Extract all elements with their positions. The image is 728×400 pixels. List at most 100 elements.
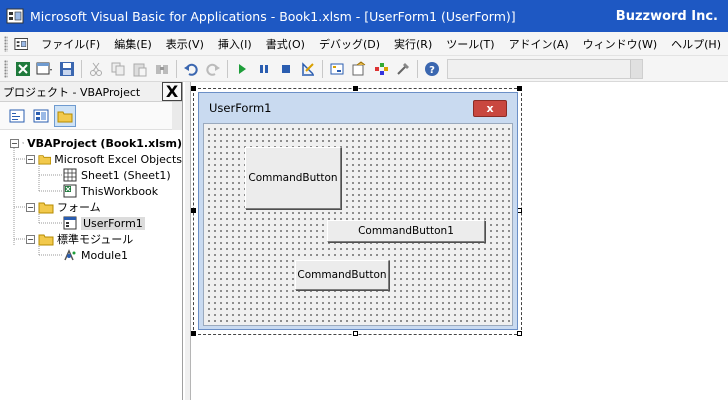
- command-button-1[interactable]: CommandButton1: [327, 220, 485, 242]
- menu-tools[interactable]: ツール(T): [439, 36, 501, 52]
- run-icon[interactable]: [231, 58, 253, 80]
- userform-window[interactable]: UserForm1 x CommandButton CommandButton1…: [198, 92, 518, 330]
- tree-item-vbaproject[interactable]: − VBAProject (Book1.xlsm): [0, 135, 182, 151]
- tree-item-forms[interactable]: − フォーム: [0, 199, 182, 215]
- help-icon[interactable]: ?: [421, 58, 443, 80]
- project-pane-scrollbar[interactable]: [172, 102, 182, 130]
- vba-app-icon: [6, 8, 24, 24]
- pause-icon[interactable]: [253, 58, 275, 80]
- tree-item-standard-modules[interactable]: − 標準モジュール: [0, 231, 182, 247]
- tree-item-label: Module1: [81, 248, 128, 262]
- userform-title: UserForm1: [209, 101, 272, 115]
- tree-item-thisworkbook[interactable]: ThisWorkbook: [0, 183, 182, 199]
- object-browser-icon[interactable]: [370, 58, 392, 80]
- folder-icon: [38, 155, 51, 165]
- tree-item-label: Microsoft Excel Objects: [54, 152, 182, 166]
- project-pane-header: プロジェクト - VBAProject X: [0, 82, 182, 102]
- reset-icon[interactable]: [275, 58, 297, 80]
- design-mode-icon[interactable]: [297, 58, 319, 80]
- project-explorer-icon[interactable]: [326, 58, 348, 80]
- properties-icon[interactable]: [348, 58, 370, 80]
- view-object-icon[interactable]: [30, 105, 52, 127]
- title-bar: Microsoft Visual Basic for Applications …: [0, 0, 728, 32]
- menu-run[interactable]: 実行(R): [387, 36, 439, 52]
- sheet-icon: [63, 168, 77, 182]
- tree-item-module1[interactable]: Module1: [0, 247, 182, 263]
- brand-label: Buzzword Inc.: [615, 8, 718, 24]
- toolbar-position-field: [447, 58, 643, 79]
- tree-item-label: フォーム: [57, 201, 101, 214]
- resize-handle: [191, 331, 196, 336]
- tree-item-userform1[interactable]: UserForm1: [0, 215, 182, 231]
- menu-view[interactable]: 表示(V): [159, 36, 211, 52]
- find-icon[interactable]: [151, 58, 173, 80]
- userform-titlebar[interactable]: UserForm1 x: [199, 93, 517, 123]
- menu-bar: ファイル(F) 編集(E) 表示(V) 挿入(I) 書式(O) デバッグ(D) …: [0, 32, 728, 56]
- command-button[interactable]: CommandButton: [245, 147, 341, 209]
- toolbar-separator: [81, 59, 82, 78]
- project-pane-title: プロジェクト - VBAProject: [3, 85, 141, 99]
- tree-item-label: Sheet1 (Sheet1): [81, 168, 171, 182]
- toolbar-separator: [176, 59, 177, 78]
- project-explorer-pane: プロジェクト - VBAProject X − VBAProject (Book…: [0, 82, 183, 400]
- toggle-folders-icon[interactable]: [54, 104, 76, 127]
- close-icon[interactable]: x: [473, 99, 507, 117]
- resize-handle[interactable]: [517, 331, 522, 336]
- menu-insert[interactable]: 挿入(I): [211, 36, 259, 52]
- toolbox-icon[interactable]: [392, 58, 414, 80]
- tree-item-label: UserForm1: [81, 216, 145, 230]
- resize-handle[interactable]: [353, 331, 358, 336]
- insert-userform-icon[interactable]: [34, 58, 56, 80]
- command-button[interactable]: CommandButton: [295, 260, 389, 290]
- view-code-icon[interactable]: [6, 105, 28, 127]
- close-icon[interactable]: X: [162, 82, 182, 101]
- resize-handle: [517, 86, 522, 91]
- menu-window[interactable]: ウィンドウ(W): [576, 36, 664, 52]
- menu-help[interactable]: ヘルプ(H): [664, 36, 728, 52]
- tree-item-excel-objects[interactable]: − Microsoft Excel Objects: [0, 151, 182, 167]
- userform-icon: [63, 216, 77, 230]
- menu-debug[interactable]: デバッグ(D): [312, 36, 387, 52]
- folder-icon: [38, 202, 54, 214]
- toolbar-separator: [322, 59, 323, 78]
- window-title: Microsoft Visual Basic for Applications …: [30, 8, 516, 24]
- window-menu-icon[interactable]: [14, 36, 29, 52]
- tree-toggle[interactable]: −: [26, 154, 35, 164]
- userform-design-grid[interactable]: CommandButton CommandButton1 CommandButt…: [203, 123, 513, 326]
- tree-toggle[interactable]: −: [10, 138, 19, 148]
- paste-icon[interactable]: [129, 58, 151, 80]
- standard-toolbar: ?: [0, 56, 728, 82]
- cut-icon[interactable]: [85, 58, 107, 80]
- copy-icon[interactable]: [107, 58, 129, 80]
- tree-item-label: VBAProject (Book1.xlsm): [27, 136, 182, 150]
- tree-toggle[interactable]: −: [26, 202, 35, 212]
- tree-item-label: 標準モジュール: [57, 233, 134, 246]
- tree-item-sheet1[interactable]: Sheet1 (Sheet1): [0, 167, 182, 183]
- menu-format[interactable]: 書式(O): [259, 36, 312, 52]
- vba-project-icon: [21, 142, 24, 145]
- resize-handle: [353, 86, 358, 91]
- workbook-icon: [63, 184, 77, 198]
- resize-handle: [191, 208, 196, 213]
- menubar-grip[interactable]: [4, 35, 8, 52]
- redo-icon[interactable]: [202, 58, 224, 80]
- tree-item-label: ThisWorkbook: [81, 184, 159, 198]
- resize-handle: [191, 86, 196, 91]
- toolbar-overflow-button[interactable]: [630, 59, 642, 78]
- designer-splitter[interactable]: [185, 82, 191, 400]
- project-pane-toolbar: [0, 102, 182, 130]
- toolbar-separator: [417, 59, 418, 78]
- menu-file[interactable]: ファイル(F): [34, 36, 107, 52]
- save-icon[interactable]: [56, 58, 78, 80]
- menu-addins[interactable]: アドイン(A): [502, 36, 576, 52]
- toolbar-separator: [227, 59, 228, 78]
- toolbar-grip[interactable]: [4, 59, 8, 78]
- excel-icon[interactable]: [12, 58, 34, 80]
- project-tree: − VBAProject (Book1.xlsm) − Microsoft Ex…: [0, 130, 182, 263]
- folder-icon: [38, 234, 54, 246]
- menu-edit[interactable]: 編集(E): [107, 36, 159, 52]
- tree-toggle[interactable]: −: [26, 234, 35, 244]
- module-icon: [64, 249, 76, 261]
- svg-text:?: ?: [429, 65, 435, 76]
- undo-icon[interactable]: [180, 58, 202, 80]
